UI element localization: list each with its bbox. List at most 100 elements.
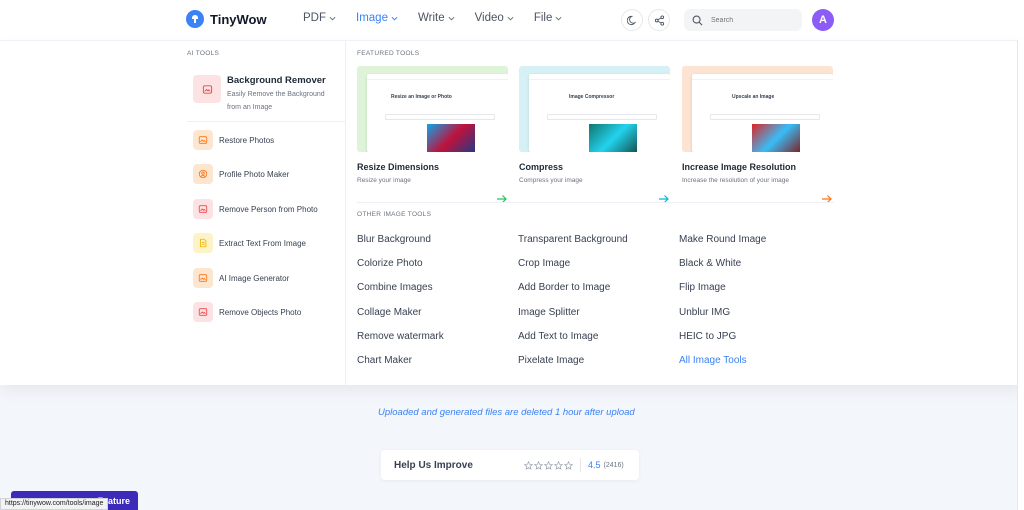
tool-crop-image[interactable]: Crop Image [518,258,570,269]
tool-chart-maker[interactable]: Chart Maker [357,355,412,366]
tool-unblur-img[interactable]: Unblur IMG [679,307,730,318]
card-desc: Increase the resolution of your image [682,177,789,184]
tool-image-splitter[interactable]: Image Splitter [518,307,580,318]
all-image-tools-link[interactable]: All Image Tools [679,355,747,366]
chevron-down-icon [391,16,398,21]
image-icon [193,302,213,322]
document-icon [193,233,213,253]
star-icon[interactable] [554,460,563,470]
nav-image[interactable]: Image [356,12,398,24]
chevron-down-icon [329,16,336,21]
background-remover-item[interactable]: Background Remover Easily Remove the Bac… [193,75,327,114]
image-tools-dropdown: AI TOOLS Background Remover Easily Remov… [0,40,1024,386]
star-rating[interactable] [524,460,573,470]
featured-tools-title: FEATURED TOOLS [357,50,420,57]
featured-card-upscale[interactable]: Upscale an Image Increase Image Resoluti… [682,66,833,203]
preview-window: Upscale an Image [692,74,833,152]
search-icon [692,15,703,25]
tool-pixelate-image[interactable]: Pixelate Image [518,355,584,366]
chevron-down-icon [555,16,562,21]
ai-item-extract-text[interactable]: Extract Text From Image [193,233,306,253]
tool-heic-to-jpg[interactable]: HEIC to JPG [679,331,736,342]
tool-add-text[interactable]: Add Text to Image [518,331,598,342]
search-box[interactable] [684,9,802,31]
preview-heading: Upscale an Image [732,94,775,100]
top-nav-bar: TinyWow PDF Image Write Video File Searc… [0,0,1024,40]
ai-item-label: Remove Objects Photo [219,307,302,317]
user-avatar[interactable]: A [812,9,834,31]
ai-item-label: Restore Photos [219,135,275,145]
tool-remove-watermark[interactable]: Remove watermark [357,331,444,342]
feedback-widget: Help Us Improve 4.5 (2416) [381,450,639,480]
preview-heading: Resize an Image or Photo [391,94,452,100]
background-remover-title: Background Remover [227,75,326,86]
chevron-down-icon [448,16,455,21]
brand-mark-icon [186,10,204,28]
card-desc: Resize your image [357,177,411,184]
ai-item-label: AI Image Generator [219,273,290,283]
image-icon [193,75,221,103]
nav-pdf[interactable]: PDF [303,12,336,24]
image-icon [193,130,213,150]
star-icon[interactable] [534,460,543,470]
tool-collage-maker[interactable]: Collage Maker [357,307,421,318]
ai-tools-title: AI TOOLS [187,50,220,57]
star-icon[interactable] [564,460,573,470]
feedback-label: Help Us Improve [394,459,473,471]
brand-logo[interactable]: TinyWow [186,10,267,28]
tool-colorize-photo[interactable]: Colorize Photo [357,258,423,269]
rating-count: (2416) [603,461,624,469]
ai-tools-column: AI TOOLS Background Remover Easily Remov… [0,41,346,386]
ai-item-image-generator[interactable]: AI Image Generator [193,268,289,288]
user-circle-icon [193,164,213,184]
ai-item-remove-objects[interactable]: Remove Objects Photo [193,302,301,322]
scrollbar[interactable] [1017,40,1024,510]
tool-add-border[interactable]: Add Border to Image [518,282,610,293]
dark-mode-button[interactable] [621,9,643,31]
card-preview-image: Image Compressor [519,66,670,152]
other-tools-title: OTHER IMAGE TOOLS [357,211,432,218]
star-icon[interactable] [544,460,553,470]
ai-item-remove-person[interactable]: Remove Person from Photo [193,199,318,219]
card-title: Increase Image Resolution [682,162,797,172]
card-title: Compress [519,162,564,172]
card-preview-image: Upscale an Image [682,66,833,152]
card-preview-image: Resize an Image or Photo [357,66,508,152]
nav-file-label: File [533,12,553,24]
nav-image-label: Image [356,12,388,24]
image-icon [193,199,213,219]
search-input[interactable] [711,16,791,24]
preview-window: Resize an Image or Photo [367,74,508,152]
chevron-down-icon [507,16,514,21]
ai-item-label: Remove Person from Photo [219,204,318,214]
nav-video-label: Video [474,12,504,24]
divider [580,458,581,472]
nav-write[interactable]: Write [418,12,455,24]
divider [187,121,346,122]
ai-item-label: Extract Text From Image [219,238,306,248]
featured-card-compress[interactable]: Image Compressor Compress Compress your … [519,66,670,203]
preview-heading: Image Compressor [569,94,615,100]
card-desc: Compress your image [519,177,583,184]
file-deletion-notice: Uploaded and generated files are deleted… [378,407,635,418]
nav-file[interactable]: File [534,12,563,24]
star-icon[interactable] [524,460,533,470]
nav-video[interactable]: Video [475,12,514,24]
tool-black-white[interactable]: Black & White [679,258,741,269]
moon-icon [626,15,636,25]
ai-item-label: Profile Photo Maker [219,169,290,179]
tool-blur-background[interactable]: Blur Background [357,234,431,245]
share-button[interactable] [648,9,670,31]
tool-flip-image[interactable]: Flip Image [679,282,726,293]
tool-transparent-background[interactable]: Transparent Background [518,234,628,245]
ai-item-restore-photos[interactable]: Restore Photos [193,130,274,150]
divider [357,202,834,203]
preview-window: Image Compressor [529,74,670,152]
image-icon [193,268,213,288]
brand-name: TinyWow [210,11,267,27]
tool-combine-images[interactable]: Combine Images [357,282,433,293]
featured-card-resize[interactable]: Resize an Image or Photo Resize Dimensio… [357,66,508,203]
background-remover-desc: Easily Remove the Background from an Ima… [227,91,325,111]
tool-make-round-image[interactable]: Make Round Image [679,234,766,245]
ai-item-profile-photo-maker[interactable]: Profile Photo Maker [193,164,289,184]
